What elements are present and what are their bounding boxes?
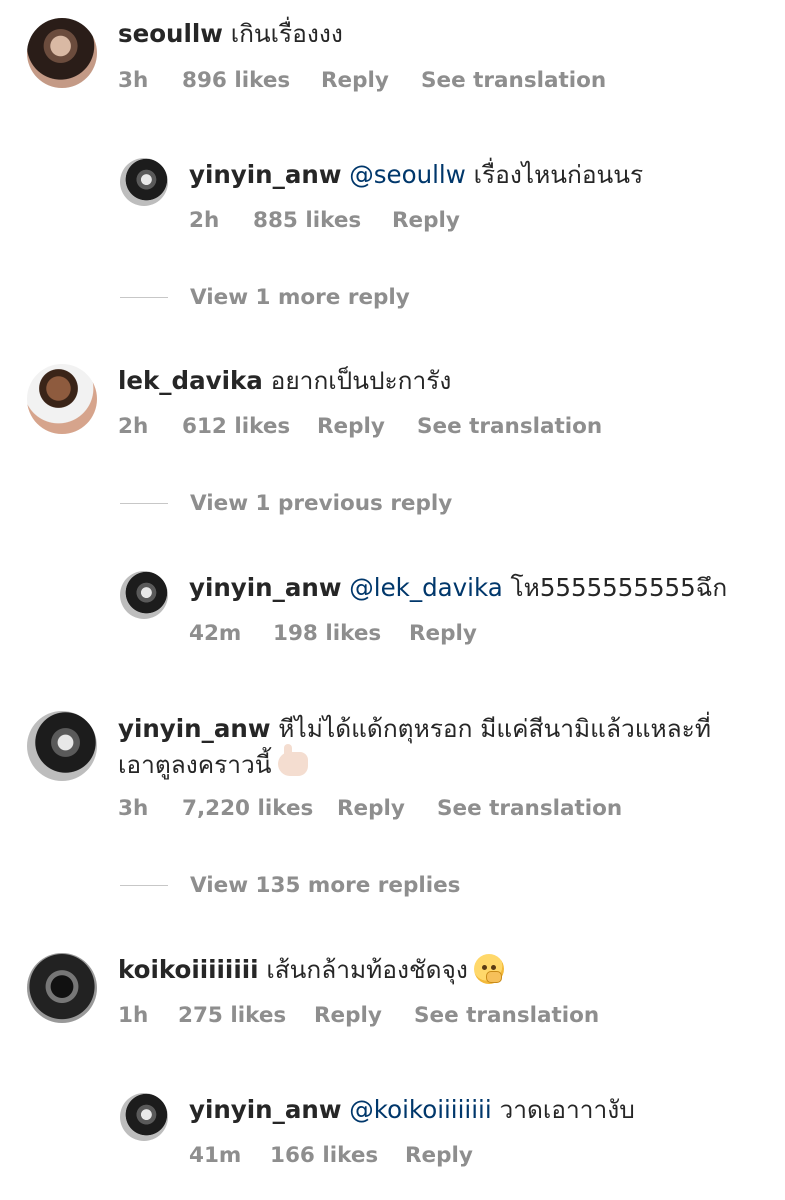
comment-body-continued: เอาตูลงคราวนี้ <box>118 750 272 779</box>
reply-body: เรื่องไหนก่อนนร <box>465 160 644 189</box>
timestamp: 1h <box>118 1003 149 1028</box>
timestamp: 2h <box>189 208 220 233</box>
comment-text: lek_davika อยากเป็นปะการัง <box>118 364 451 398</box>
likes-count[interactable]: 275 likes <box>178 1003 314 1028</box>
reply-button[interactable]: Reply <box>392 208 460 233</box>
view-previous-reply[interactable]: View 1 previous reply <box>120 487 785 521</box>
reply-button[interactable]: Reply <box>409 621 477 646</box>
comment-text-line-2: เอาตูลงคราวนี้ <box>118 744 308 782</box>
see-translation-button[interactable]: See translation <box>421 68 606 93</box>
username-link[interactable]: yinyin_anw <box>189 160 341 189</box>
view-replies-label[interactable]: View 1 more reply <box>190 281 410 315</box>
reply-meta: 2h 885 likes Reply <box>189 208 460 233</box>
thread-line <box>120 503 168 504</box>
likes-count[interactable]: 166 likes <box>270 1143 405 1168</box>
avatar-yinyin-anw[interactable] <box>120 1093 168 1141</box>
reply-meta: 42m 198 likes Reply <box>189 621 477 646</box>
likes-count[interactable]: 7,220 likes <box>182 796 337 821</box>
comment-meta: 1h 275 likes Reply See translation <box>118 1003 599 1028</box>
reply-button[interactable]: Reply <box>321 68 421 93</box>
avatar-yinyin-anw[interactable] <box>120 571 168 619</box>
see-translation-button[interactable]: See translation <box>417 414 602 439</box>
reply-button[interactable]: Reply <box>405 1143 473 1168</box>
view-more-replies[interactable]: View 1 more reply <box>120 281 785 315</box>
likes-count[interactable]: 198 likes <box>273 621 409 646</box>
hand-shape <box>485 971 502 983</box>
username-link[interactable]: seoullw <box>118 19 223 48</box>
comment-meta: 2h 612 likes Reply See translation <box>118 414 602 439</box>
comment-text: yinyin_anw หีไม่ได้แด้กตุหรอก มีแค่สีนาม… <box>118 712 711 746</box>
avatar-yinyin-anw[interactable] <box>120 158 168 206</box>
reply-meta: 41m 166 likes Reply <box>189 1143 473 1168</box>
comment-text: seoullw เกินเรื่องงง <box>118 17 343 51</box>
avatar-koikoiiiiiiii[interactable] <box>27 953 97 1023</box>
username-link[interactable]: yinyin_anw <box>189 1095 341 1124</box>
comment-body: อยากเป็นปะการัง <box>262 366 452 395</box>
timestamp: 42m <box>189 621 242 646</box>
thread-line <box>120 885 168 886</box>
username-link[interactable]: yinyin_anw <box>189 573 341 602</box>
likes-count[interactable]: 896 likes <box>182 68 321 93</box>
timestamp: 3h <box>118 68 149 93</box>
comment-meta: 3h 7,220 likes Reply See translation <box>118 796 622 821</box>
view-more-replies[interactable]: View 135 more replies <box>120 869 785 903</box>
reply-text: yinyin_anw @seoullw เรื่องไหนก่อนนร <box>189 158 643 192</box>
reply-button[interactable]: Reply <box>314 1003 414 1028</box>
thread-line <box>120 297 168 298</box>
mention-link[interactable]: @lek_davika <box>341 573 502 602</box>
see-translation-button[interactable]: See translation <box>414 1003 599 1028</box>
face-with-hand-over-mouth-emoji <box>473 954 504 984</box>
avatar-lek-davika[interactable] <box>27 364 97 434</box>
comment-body: เกินเรื่องงง <box>222 19 343 48</box>
view-replies-label[interactable]: View 1 previous reply <box>190 487 452 521</box>
reply-button[interactable]: Reply <box>317 414 417 439</box>
reply-text: yinyin_anw @koikoiiiiiiii วาดเอาาางับ <box>189 1093 635 1127</box>
likes-count[interactable]: 612 likes <box>182 414 317 439</box>
avatar-seoullw[interactable] <box>27 18 97 88</box>
call-me-hand-emoji <box>277 744 308 776</box>
avatar-yinyin-anw[interactable] <box>27 711 97 781</box>
username-link[interactable]: yinyin_anw <box>118 714 270 743</box>
timestamp: 3h <box>118 796 149 821</box>
likes-count[interactable]: 885 likes <box>253 208 392 233</box>
mention-link[interactable]: @koikoiiiiiiii <box>341 1095 491 1124</box>
username-link[interactable]: koikoiiiiiiii <box>118 955 259 984</box>
comment-text: koikoiiiiiiii เส้นกล้ามท้องชัดจุง <box>118 953 504 987</box>
username-link[interactable]: lek_davika <box>118 366 263 395</box>
comment-body: เส้นกล้ามท้องชัดจุง <box>258 955 468 984</box>
reply-text: yinyin_anw @lek_davika โห5555555555ฉึก <box>189 571 727 605</box>
reply-button[interactable]: Reply <box>337 796 437 821</box>
see-translation-button[interactable]: See translation <box>437 796 622 821</box>
comment-meta: 3h 896 likes Reply See translation <box>118 68 606 93</box>
timestamp: 2h <box>118 414 149 439</box>
view-replies-label[interactable]: View 135 more replies <box>190 869 460 903</box>
comment-body: หีไม่ได้แด้กตุหรอก มีแค่สีนามิแล้วแหละที… <box>270 714 711 743</box>
reply-body: โห5555555555ฉึก <box>502 573 728 602</box>
mention-link[interactable]: @seoullw <box>341 160 466 189</box>
reply-body: วาดเอาาางับ <box>491 1095 635 1124</box>
timestamp: 41m <box>189 1143 242 1168</box>
